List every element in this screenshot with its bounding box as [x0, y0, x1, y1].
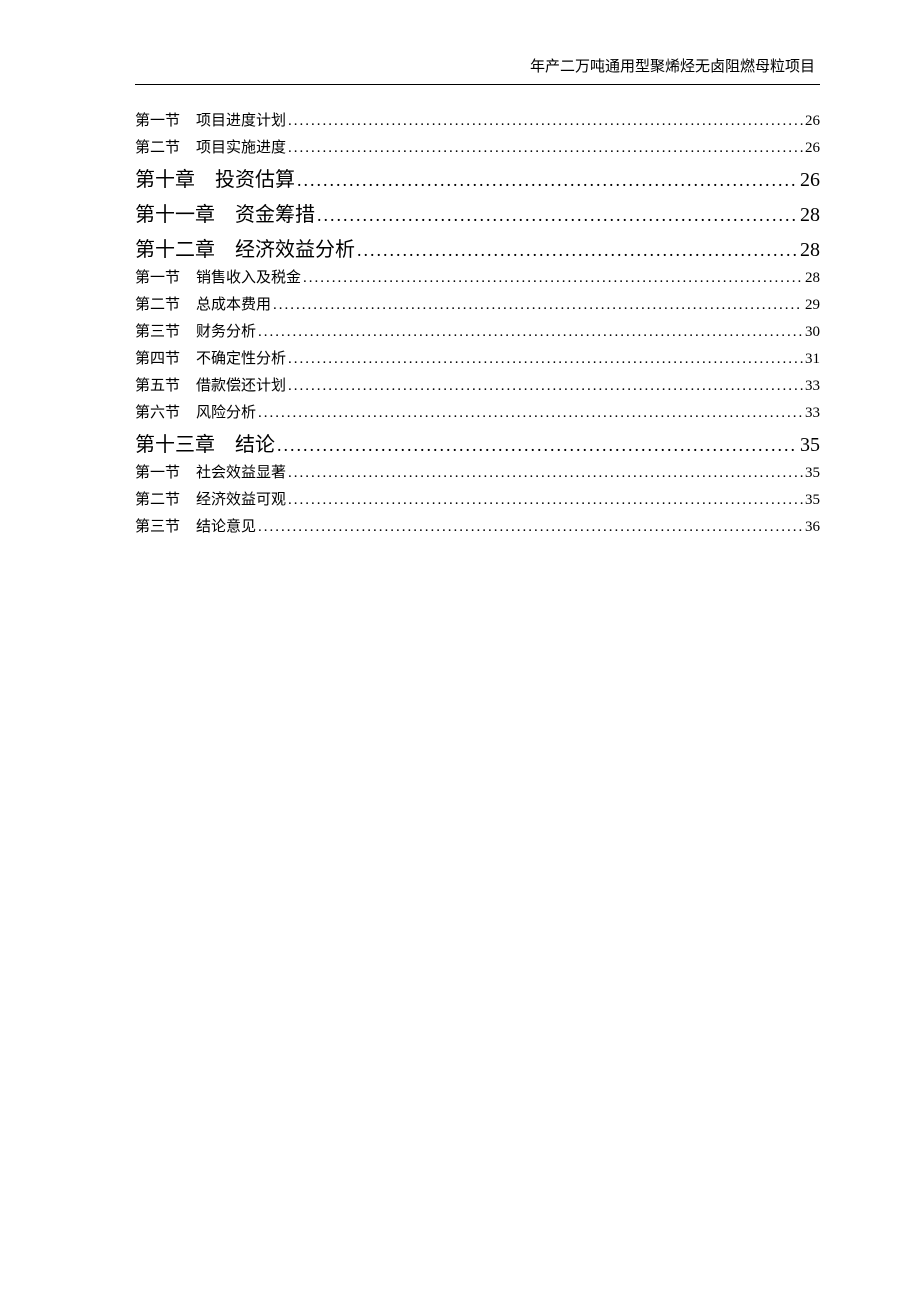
toc-entry: 第三节结论意见.................................…	[135, 515, 820, 536]
toc-entry-label: 第十一章	[135, 198, 215, 227]
toc-entry-page: 28	[800, 239, 820, 262]
toc-entry-title: 项目进度计划	[196, 109, 286, 130]
toc-entry-label: 第四节	[135, 347, 180, 368]
toc-entry: 第二节项目实施进度...............................…	[135, 136, 820, 157]
toc-entry-title: 经济效益可观	[196, 488, 286, 509]
toc-entry: 第十章投资估算.................................…	[135, 163, 820, 192]
toc-entry-title: 财务分析	[196, 320, 256, 341]
page-header: 年产二万吨通用型聚烯烃无卤阻燃母粒项目	[135, 55, 820, 85]
toc-entry-label: 第六节	[135, 401, 180, 422]
toc-dots: ........................................…	[258, 324, 803, 341]
toc-entry-title: 投资估算	[215, 163, 295, 192]
toc-dots: ........................................…	[303, 270, 803, 287]
toc-entry-title: 项目实施进度	[196, 136, 286, 157]
toc-entry-title: 社会效益显著	[196, 461, 286, 482]
toc-entry-page: 35	[800, 434, 820, 457]
toc-entry-label: 第三节	[135, 515, 180, 536]
toc-entry-title: 资金筹措	[235, 198, 315, 227]
toc-entry: 第一节销售收入及税金..............................…	[135, 266, 820, 287]
toc-dots: ........................................…	[277, 435, 798, 456]
toc-entry: 第二节经济效益可观...............................…	[135, 488, 820, 509]
toc-entry-title: 总成本费用	[196, 293, 271, 314]
toc-entry-title: 风险分析	[196, 401, 256, 422]
toc-entry-label: 第五节	[135, 374, 180, 395]
toc-entry: 第十一章资金筹措................................…	[135, 198, 820, 227]
toc-dots: ........................................…	[273, 297, 803, 314]
toc-entry-label: 第一节	[135, 266, 180, 287]
toc-entry-page: 35	[805, 465, 820, 482]
toc-entry-title: 结论意见	[196, 515, 256, 536]
toc-dots: ........................................…	[288, 492, 803, 509]
toc-entry: 第六节风险分析.................................…	[135, 401, 820, 422]
toc-entry-title: 借款偿还计划	[196, 374, 286, 395]
toc-entry-page: 29	[805, 297, 820, 314]
toc-entry-page: 30	[805, 324, 820, 341]
toc-dots: ........................................…	[288, 140, 803, 157]
toc-entry-page: 26	[805, 113, 820, 130]
toc-dots: ........................................…	[258, 519, 803, 536]
toc-entry-title: 不确定性分析	[196, 347, 286, 368]
toc-entry: 第五节借款偿还计划...............................…	[135, 374, 820, 395]
toc-entry-title: 经济效益分析	[235, 233, 355, 262]
toc-entry-label: 第二节	[135, 136, 180, 157]
toc-dots: ........................................…	[258, 405, 803, 422]
toc-entry: 第一节项目进度计划...............................…	[135, 109, 820, 130]
toc-dots: ........................................…	[297, 170, 798, 191]
toc-entry-label: 第十三章	[135, 428, 215, 457]
toc-entry-title: 结论	[235, 428, 275, 457]
toc-entry-page: 33	[805, 378, 820, 395]
toc-entry: 第十三章结论..................................…	[135, 428, 820, 457]
toc-entry-label: 第二节	[135, 488, 180, 509]
toc-entry-label: 第一节	[135, 461, 180, 482]
toc-entry: 第一节社会效益显著...............................…	[135, 461, 820, 482]
toc-entry-page: 36	[805, 519, 820, 536]
toc-dots: ........................................…	[288, 465, 803, 482]
toc-entry-label: 第十章	[135, 163, 195, 192]
toc-entry-title: 销售收入及税金	[196, 266, 301, 287]
toc-entry-label: 第十二章	[135, 233, 215, 262]
toc-entry-page: 35	[805, 492, 820, 509]
toc-dots: ........................................…	[357, 240, 798, 261]
toc-entry-page: 28	[800, 204, 820, 227]
toc-entry-label: 第一节	[135, 109, 180, 130]
toc-entry-label: 第二节	[135, 293, 180, 314]
toc-entry-page: 26	[800, 169, 820, 192]
toc-entry: 第四节不确定性分析...............................…	[135, 347, 820, 368]
toc-entry-page: 31	[805, 351, 820, 368]
toc-entry: 第十二章经济效益分析..............................…	[135, 233, 820, 262]
toc-entry-page: 28	[805, 270, 820, 287]
toc-entry-label: 第三节	[135, 320, 180, 341]
toc-dots: ........................................…	[317, 205, 798, 226]
toc-dots: ........................................…	[288, 351, 803, 368]
toc-entry: 第二节总成本费用................................…	[135, 293, 820, 314]
header-title: 年产二万吨通用型聚烯烃无卤阻燃母粒项目	[530, 59, 815, 75]
toc-entry-page: 26	[805, 140, 820, 157]
table-of-contents: 第一节项目进度计划...............................…	[135, 109, 820, 536]
toc-dots: ........................................…	[288, 113, 803, 130]
toc-entry-page: 33	[805, 405, 820, 422]
toc-dots: ........................................…	[288, 378, 803, 395]
toc-entry: 第三节财务分析.................................…	[135, 320, 820, 341]
